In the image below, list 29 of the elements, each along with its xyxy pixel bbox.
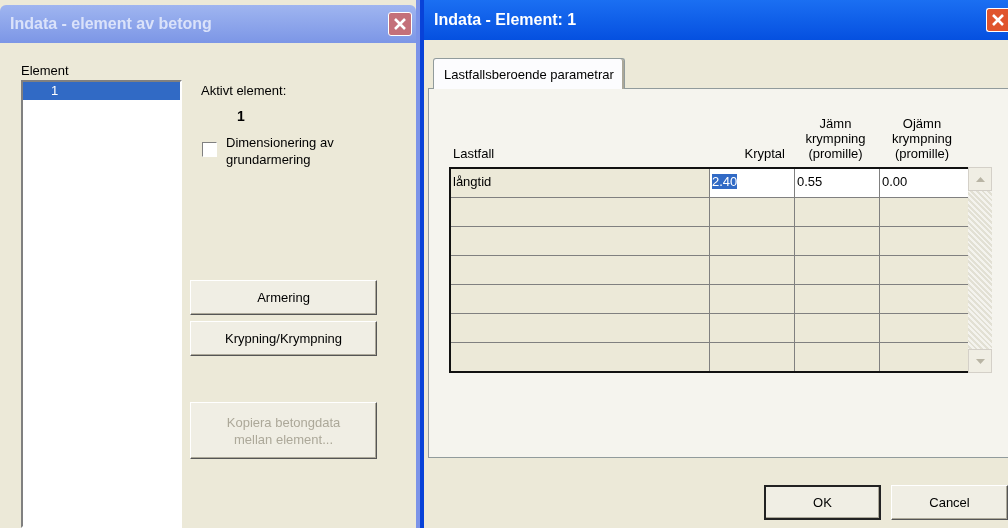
scroll-up-button[interactable] — [968, 167, 992, 191]
close-button[interactable] — [388, 12, 412, 36]
input-cell[interactable]: 0.55 — [795, 169, 880, 197]
tab[interactable]: Lastfallsberoende parametrar — [433, 58, 625, 89]
close-button[interactable] — [986, 8, 1008, 32]
scrollbar[interactable] — [968, 167, 992, 373]
action-button[interactable]: Krypning/Krympning — [190, 321, 377, 356]
dialog-button[interactable]: Cancel — [891, 485, 1008, 520]
active-element-label: Aktivt element: — [201, 83, 288, 98]
checkbox[interactable] — [202, 142, 217, 157]
down-arrow-icon — [975, 358, 985, 364]
checkbox-label: Dimensionering av grundarmering — [226, 134, 335, 168]
up-arrow-icon — [975, 176, 985, 182]
active-element-value: 1 — [237, 108, 246, 124]
list-label: Element — [21, 63, 70, 78]
column-header: Jämn krympning (promille) — [804, 116, 867, 161]
column-header: Kryptal — [743, 146, 786, 161]
scroll-down-button[interactable] — [968, 349, 992, 373]
window-title: Indata - Element: 1 — [434, 11, 577, 29]
window-title: Indata - element av betong — [10, 15, 212, 33]
close-icon — [393, 17, 407, 31]
column-header: Ojämn krympning (promille) — [891, 116, 953, 161]
close-icon — [990, 13, 1005, 27]
dialog-button[interactable]: OK — [764, 485, 881, 520]
list-item[interactable]: 1 — [23, 82, 180, 100]
input-cell[interactable]: 0.00 — [880, 169, 968, 197]
action-button[interactable]: Armering — [190, 280, 377, 315]
column-header: Lastfall — [452, 146, 496, 161]
input-cell[interactable]: 2.40 — [710, 169, 795, 197]
